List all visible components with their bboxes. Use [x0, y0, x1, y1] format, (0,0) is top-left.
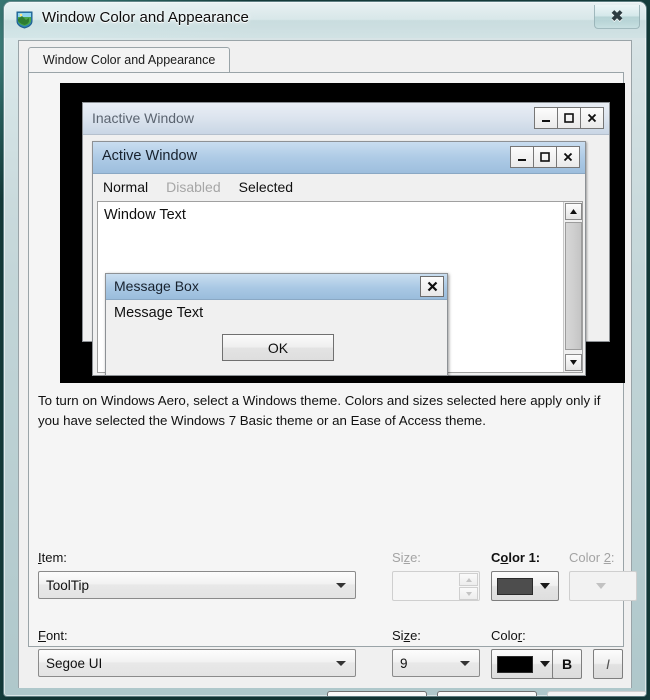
font-color-label: Color: — [491, 628, 526, 643]
preview-message-box-titlebar: Message Box — [106, 274, 447, 300]
maximize-icon[interactable] — [557, 107, 581, 129]
preview-message-box-text: Message Text — [114, 305, 204, 321]
item-size-spinner — [392, 571, 480, 601]
preview-message-box-ok-button[interactable]: OK — [222, 334, 334, 361]
item-combobox[interactable]: ToolTip — [38, 571, 356, 599]
scrollbar-thumb[interactable] — [565, 222, 582, 350]
ok-button[interactable]: OK — [327, 691, 427, 696]
scroll-down-icon[interactable] — [565, 354, 582, 371]
preview-message-box-title: Message Box — [114, 278, 199, 294]
color2-button — [569, 571, 637, 601]
font-color-button[interactable] — [491, 649, 559, 679]
minimize-icon[interactable] — [534, 107, 558, 129]
personalization-icon — [15, 10, 34, 29]
spinner-up-icon — [459, 573, 478, 586]
cancel-button[interactable]: Cancel — [437, 691, 537, 696]
chevron-down-icon — [336, 583, 346, 588]
spinner-down-icon — [459, 587, 478, 600]
tab-window-color-and-appearance[interactable]: Window Color and Appearance — [28, 47, 231, 73]
close-icon[interactable] — [420, 276, 444, 297]
preview-active-titlebar: Active Window — [93, 142, 585, 174]
preview-active-title: Active Window — [102, 148, 198, 164]
font-color-swatch — [497, 655, 533, 673]
font-combobox-value: Segoe UI — [46, 655, 103, 671]
font-combobox[interactable]: Segoe UI — [38, 649, 356, 677]
title-bar: Window Color and Appearance ✖ — [4, 2, 646, 38]
item-label: Item: — [38, 550, 67, 565]
window-title: Window Color and Appearance — [42, 9, 249, 26]
color1-swatch — [497, 577, 533, 595]
font-size-label: Size: — [392, 628, 421, 643]
menu-item-normal[interactable]: Normal — [103, 179, 148, 195]
chevron-down-icon — [460, 661, 470, 666]
preview-scrollbar[interactable] — [563, 202, 582, 372]
color2-label: Color 2: — [569, 550, 615, 565]
preview-active-caption-buttons — [510, 146, 580, 168]
apply-button: Apply — [547, 691, 646, 696]
bold-button[interactable]: B — [552, 649, 582, 679]
item-size-label: Size: — [392, 550, 421, 565]
color1-button[interactable] — [491, 571, 559, 601]
tab-strip: Window Color and Appearance — [19, 41, 631, 73]
menu-item-selected[interactable]: Selected — [239, 179, 293, 195]
menu-item-disabled: Disabled — [166, 178, 221, 195]
preview-message-box: Message Box Message Text OK — [105, 273, 448, 376]
minimize-icon[interactable] — [510, 146, 534, 168]
appearance-preview: Inactive Window Active Window Normal Dis… — [60, 83, 625, 383]
preview-window-text: Window Text — [104, 207, 186, 223]
italic-button[interactable]: I — [593, 649, 623, 679]
close-button[interactable]: ✖ — [594, 5, 640, 29]
window-color-and-appearance-dialog: Window Color and Appearance ✖ Window Col… — [4, 2, 646, 696]
preview-inactive-caption-buttons — [534, 107, 604, 129]
chevron-down-icon — [540, 583, 550, 589]
font-size-combobox-value: 9 — [400, 655, 408, 671]
dialog-client-area: Window Color and Appearance Inactive Win… — [18, 40, 646, 696]
item-combobox-value: ToolTip — [46, 577, 90, 593]
chevron-down-icon — [336, 661, 346, 666]
chevron-down-icon — [540, 661, 550, 667]
preview-inactive-title: Inactive Window — [92, 110, 194, 126]
description-text: To turn on Windows Aero, select a Window… — [38, 393, 601, 428]
chevron-down-icon — [596, 583, 606, 589]
preview-inactive-titlebar: Inactive Window — [83, 103, 609, 135]
font-size-combobox[interactable]: 9 — [392, 649, 480, 677]
maximize-icon[interactable] — [533, 146, 557, 168]
close-icon[interactable] — [580, 107, 604, 129]
scroll-up-icon[interactable] — [565, 203, 582, 220]
close-icon: ✖ — [610, 8, 624, 25]
font-label: Font: — [38, 628, 68, 643]
preview-menu-bar: Normal Disabled Selected — [93, 174, 585, 199]
tab-page: Inactive Window Active Window Normal Dis… — [28, 72, 637, 679]
color1-label: Color 1: — [491, 550, 541, 565]
close-icon[interactable] — [556, 146, 580, 168]
